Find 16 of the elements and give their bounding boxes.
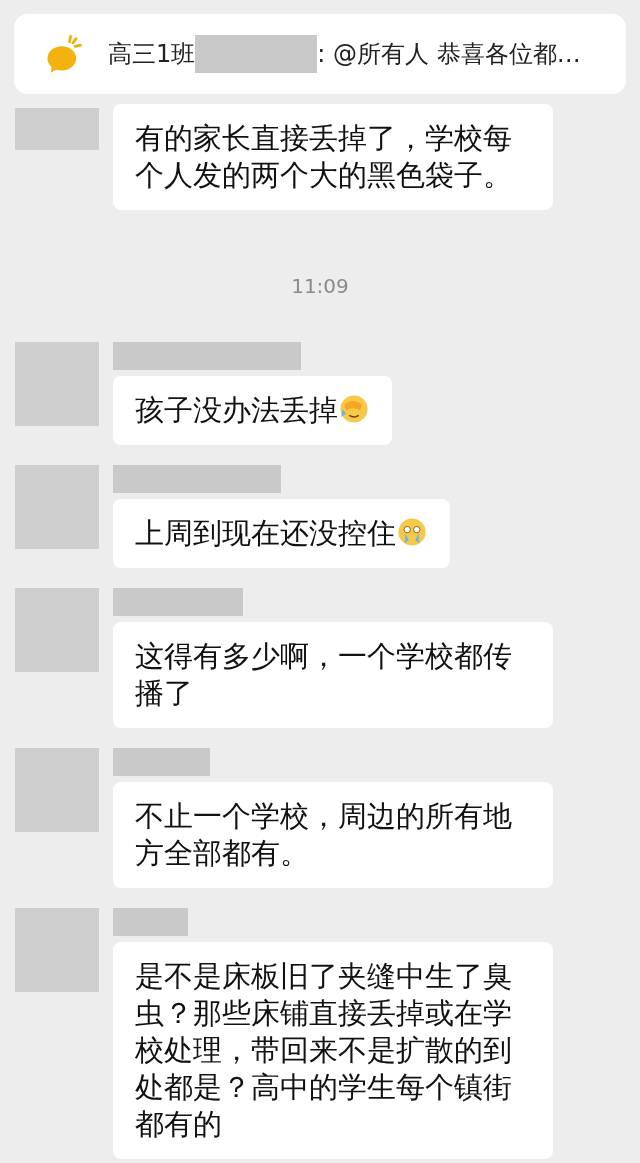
avatar[interactable] xyxy=(15,108,99,150)
pinned-announcement-bar[interactable]: 高三1班 : @所有人 恭喜各位都… xyxy=(14,14,626,94)
announcement-text: : @所有人 恭喜各位都… xyxy=(317,39,581,70)
avatar[interactable] xyxy=(15,465,99,549)
timestamp: 11:09 xyxy=(291,273,349,300)
message-text: 上周到现在还没控住 xyxy=(135,516,396,550)
message-text: 是不是床板旧了夹缝中生了臭虫？那些床铺直接丢掉或在学校处理，带回来不是扩散的到处都是？高中的学生每个镇街都有的 xyxy=(135,959,512,1141)
avatar[interactable] xyxy=(15,588,99,672)
message-text: 不止一个学校，周边的所有地方全部都有。 xyxy=(135,799,512,870)
avatar[interactable] xyxy=(15,908,99,992)
announcement-text: 高三1班 xyxy=(108,39,196,70)
message-text: 有的家长直接丢掉了，学校每个人发的两个大的黑色袋子。 xyxy=(135,121,512,192)
message-text: 这得有多少啊，一个学校都传播了 xyxy=(135,639,512,710)
avatar[interactable] xyxy=(15,342,99,426)
avatar[interactable] xyxy=(15,748,99,832)
message-text: 孩子没办法丢掉 xyxy=(135,393,338,427)
